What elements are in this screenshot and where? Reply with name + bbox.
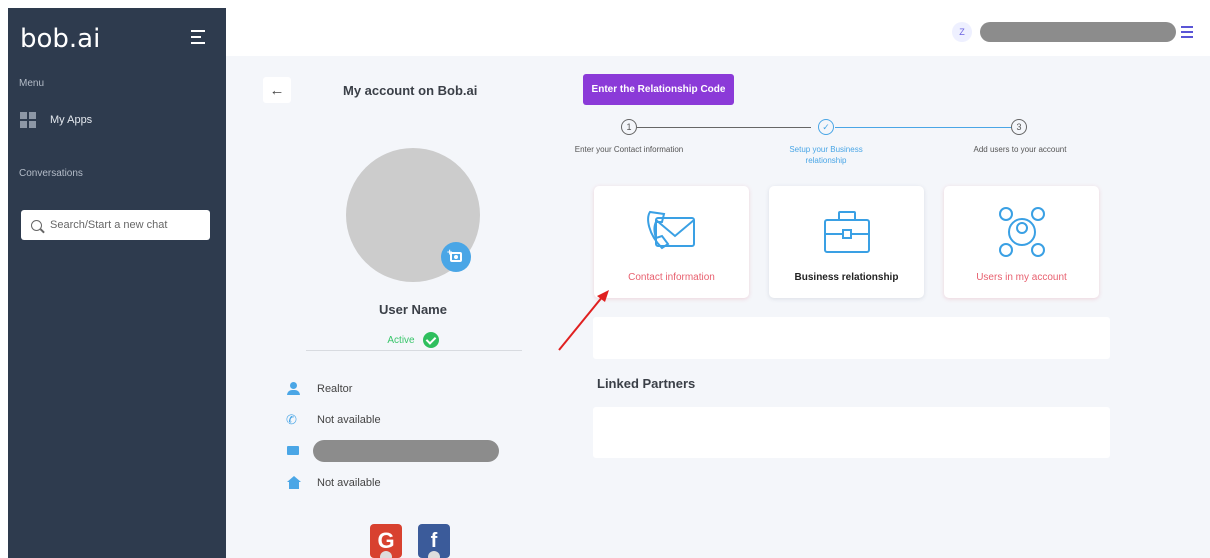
phone-icon: ✆ (286, 412, 297, 427)
info-row-role: Realtor (286, 382, 352, 396)
role-text: Realtor (317, 383, 353, 395)
info-row-phone: ✆ Not available (286, 413, 381, 427)
sidebar: bob.ai Menu My Apps Conversations Search… (8, 8, 226, 558)
search-placeholder: Search/Start a new chat (50, 219, 168, 231)
facebook-link-button[interactable]: f (418, 524, 450, 558)
page-title: My account on Bob.ai (343, 83, 478, 98)
status-text: Active (387, 334, 415, 346)
address-text: Not available (317, 477, 381, 489)
contact-envelope-icon (647, 210, 695, 250)
status-badge: Active (352, 332, 474, 348)
back-button[interactable]: ← (263, 77, 291, 103)
details-panel (593, 317, 1110, 359)
card-label: Contact information (628, 272, 715, 283)
user-name: User Name (379, 302, 447, 317)
check-circle-icon (422, 332, 439, 348)
facebook-icon: f (430, 529, 438, 552)
annotation-arrow-icon (558, 290, 609, 351)
linked-partners-panel (593, 407, 1110, 458)
step-3[interactable]: 3 (1011, 119, 1027, 135)
step-connector (835, 127, 1012, 128)
step-2-label: Setup your Business relationship (789, 145, 863, 165)
search-icon (31, 219, 42, 231)
sidebar-toggle-icon[interactable] (191, 30, 205, 44)
search-input[interactable]: Search/Start a new chat (21, 210, 210, 240)
app-logo: bob.ai (20, 24, 101, 54)
step-1-label: Enter your Contact information (574, 145, 684, 154)
redacted-email (313, 440, 499, 462)
step-2-check-icon[interactable]: ✓ (818, 119, 834, 135)
users-network-icon (999, 207, 1045, 257)
google-link-button[interactable]: G (370, 524, 402, 558)
card-label: Users in my account (976, 272, 1067, 283)
card-contact-information[interactable]: Contact information (594, 186, 749, 298)
user-avatar[interactable]: Z (952, 22, 972, 42)
change-photo-button[interactable]: + (441, 242, 471, 272)
menu-icon[interactable] (1181, 26, 1193, 38)
mail-icon (286, 444, 302, 458)
top-bar: Z (226, 8, 1210, 56)
card-label: Business relationship (794, 272, 899, 283)
app-frame: bob.ai Menu My Apps Conversations Search… (0, 0, 1210, 558)
home-icon (286, 476, 302, 490)
divider (306, 350, 522, 351)
conversations-section-label: Conversations (19, 168, 83, 179)
apps-grid-icon (20, 112, 36, 128)
step-1[interactable]: 1 (621, 119, 637, 135)
main-content: ← My account on Bob.ai + User Name Activ… (226, 56, 1210, 558)
step-connector (637, 127, 811, 128)
briefcase-icon (824, 211, 870, 253)
menu-section-label: Menu (19, 78, 45, 89)
linked-partners-title: Linked Partners (597, 376, 696, 391)
relationship-code-button[interactable]: Enter the Relationship Code (583, 74, 734, 105)
back-arrow-icon: ← (269, 81, 285, 99)
info-row-address: Not available (286, 476, 381, 490)
redacted-user-name (980, 22, 1176, 42)
phone-text: Not available (317, 414, 381, 426)
person-icon (286, 382, 302, 396)
step-3-label: Add users to your account (973, 145, 1067, 154)
card-business-relationship[interactable]: Business relationship (769, 186, 924, 298)
card-users-in-my-account[interactable]: Users in my account (944, 186, 1099, 298)
camera-icon (450, 252, 462, 262)
sidebar-item-label: My Apps (50, 114, 93, 126)
sidebar-item-my-apps[interactable]: My Apps (20, 108, 220, 132)
